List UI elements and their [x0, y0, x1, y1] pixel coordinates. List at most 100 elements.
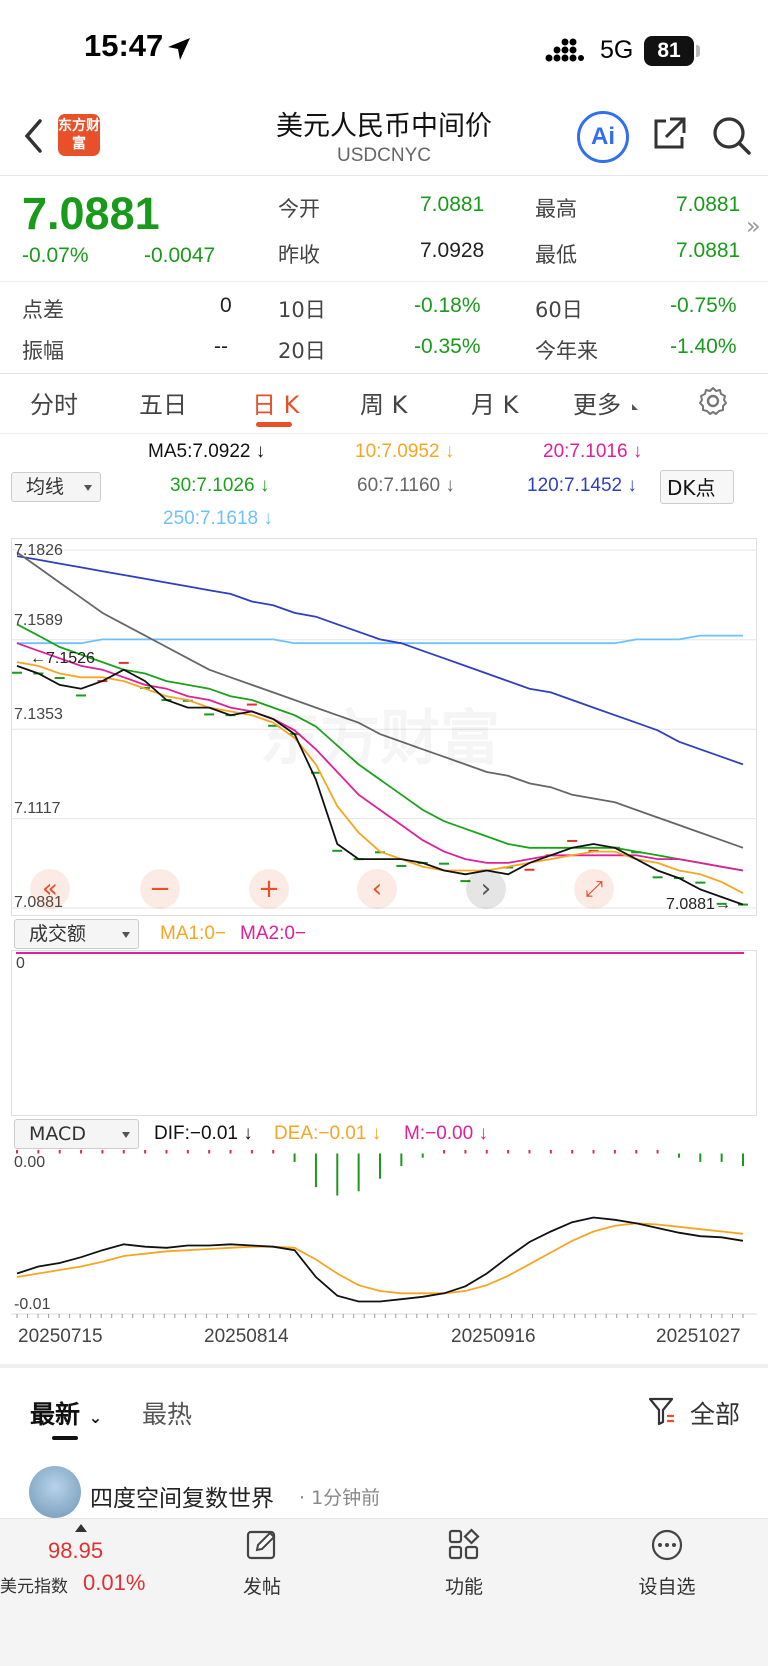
search-icon[interactable]	[711, 115, 753, 157]
ma20-arrow: ↓	[632, 441, 643, 462]
ma10-value: 10:7.0952	[355, 441, 440, 462]
expand-chevron-icon[interactable]: »	[746, 212, 761, 240]
d60-value: -0.75%	[670, 294, 737, 317]
zoom-out-button[interactable]: −	[140, 869, 180, 909]
tab-more[interactable]: 更多	[573, 385, 621, 420]
scroll-to-start-button[interactable]: «	[30, 869, 70, 909]
ma5-value: MA5:7.0922	[148, 441, 251, 462]
ma30-legend: 30:7.1026 ↓	[170, 475, 269, 497]
d10-label: 10日	[278, 298, 326, 322]
macd-select[interactable]: MACD	[14, 1119, 139, 1149]
functions-label[interactable]: 功能	[434, 1572, 494, 1599]
m-arrow: ↓	[478, 1123, 488, 1144]
section-gap	[0, 1364, 768, 1368]
open-label: 今开	[278, 197, 320, 221]
post-avatar[interactable]	[29, 1466, 81, 1518]
macd-y-top: 0.00	[14, 1154, 46, 1171]
ma10-legend: 10:7.0952 ↓	[355, 441, 454, 463]
high-label: 最高	[535, 197, 577, 221]
ma20-legend: 20:7.1016 ↓	[543, 441, 642, 463]
x-label-3: 20250916	[451, 1326, 536, 1347]
dif-value: DIF:−0.01	[154, 1123, 238, 1144]
spread-value: 0	[220, 294, 232, 317]
x-label-1: 20250715	[18, 1326, 103, 1347]
ma120-legend: 120:7.1452 ↓	[527, 475, 637, 497]
index-change[interactable]: 0.01%	[83, 1570, 145, 1596]
y-tick-1: 7.1826	[14, 542, 63, 559]
fullscreen-icon[interactable]: ⤢	[574, 869, 614, 909]
ma120-arrow: ↓	[627, 475, 637, 496]
tab-monthly-k[interactable]: 月 K	[471, 385, 518, 420]
ma30-value: 30:7.1026	[170, 475, 255, 496]
chevron-down-icon	[122, 1132, 130, 1138]
ma20-value: 20:7.1016	[543, 441, 628, 462]
chevron-down-icon: ⌄	[88, 1408, 103, 1427]
share-icon[interactable]	[650, 115, 688, 153]
tab-intraday[interactable]: 分时	[30, 385, 78, 420]
tab-daily-k[interactable]: 日 K	[252, 385, 299, 420]
volume-label: 成交额	[29, 923, 87, 945]
index-name[interactable]: 美元指数	[0, 1572, 68, 1597]
battery-tip	[696, 45, 700, 57]
status-time: 15:47	[84, 28, 164, 63]
ma60-arrow: ↓	[445, 475, 455, 496]
d10-value: -0.18%	[414, 294, 481, 317]
post-edit-icon[interactable]	[245, 1528, 279, 1562]
series-dea	[16, 1222, 744, 1295]
ma30-arrow: ↓	[259, 475, 270, 496]
add-watchlist-icon[interactable]	[650, 1528, 684, 1562]
battery-indicator: 81	[644, 36, 694, 66]
functions-grid-icon[interactable]	[447, 1528, 481, 1562]
volume-select[interactable]: 成交额	[14, 919, 139, 949]
amplitude-label: 振幅	[22, 339, 64, 363]
watchlist-label[interactable]: 设自选	[632, 1572, 702, 1599]
y-tick-3: 7.1353	[14, 706, 63, 723]
ma-type-select[interactable]: 均线	[11, 472, 101, 502]
tab-weekly-k[interactable]: 周 K	[360, 385, 407, 420]
ytd-label: 今年来	[535, 339, 598, 363]
ma250-arrow: ↓	[263, 508, 273, 529]
open-value: 7.0881	[420, 193, 485, 216]
dk-points-label: DK点	[667, 476, 716, 500]
change-value: -0.0047	[144, 244, 216, 267]
tab-five-day[interactable]: 五日	[139, 385, 187, 420]
low-label: 最低	[535, 243, 577, 267]
dif-arrow: ↓	[243, 1123, 253, 1144]
scroll-left-button[interactable]: ‹	[357, 869, 397, 909]
index-value[interactable]: 98.95	[48, 1538, 103, 1564]
header-divider	[0, 175, 768, 176]
settings-gear-icon[interactable]	[697, 385, 729, 417]
volume-zero-line	[16, 952, 744, 954]
x-label-2: 20250814	[204, 1326, 289, 1347]
zoom-in-button[interactable]: +	[249, 869, 289, 909]
tabs-top-divider	[0, 373, 768, 374]
last-price-marker: 7.0881→	[666, 896, 731, 913]
post-author[interactable]: 四度空间复数世界	[90, 1479, 274, 1513]
high-value: 7.0881	[676, 193, 741, 216]
macd-chart[interactable]	[11, 1150, 757, 1320]
ma-type-label: 均线	[26, 476, 65, 498]
filter-label[interactable]: 全部	[690, 1395, 740, 1431]
filter-icon[interactable]	[648, 1396, 676, 1426]
post-time: · 1分钟前	[299, 1487, 381, 1509]
tab-hottest[interactable]: 最热	[142, 1395, 192, 1431]
location-arrow-icon	[168, 38, 190, 60]
last-price: 7.0881	[22, 188, 160, 239]
carrier-label: 5G	[600, 36, 634, 64]
macd-label: MACD	[29, 1123, 86, 1145]
macd-dif-legend: DIF:−0.01 ↓	[154, 1123, 253, 1145]
ma250-value: 250:7.1618	[163, 508, 259, 529]
volume-chart-frame	[11, 950, 757, 1116]
change-pct: -0.07%	[22, 244, 89, 267]
dea-arrow: ↓	[371, 1123, 382, 1144]
tab-latest[interactable]: 最新 ⌄	[30, 1395, 102, 1431]
low-value: 7.0881	[676, 239, 741, 262]
ai-button[interactable]: Ai	[577, 111, 629, 163]
scroll-right-button[interactable]: ›	[466, 869, 506, 909]
latest-underline	[52, 1436, 78, 1440]
dk-points-button[interactable]: DK点	[660, 470, 734, 504]
amplitude-value: --	[214, 335, 228, 358]
more-caret-icon	[632, 404, 638, 410]
series-dif	[16, 1216, 744, 1303]
post-button-label[interactable]: 发帖	[232, 1572, 292, 1599]
